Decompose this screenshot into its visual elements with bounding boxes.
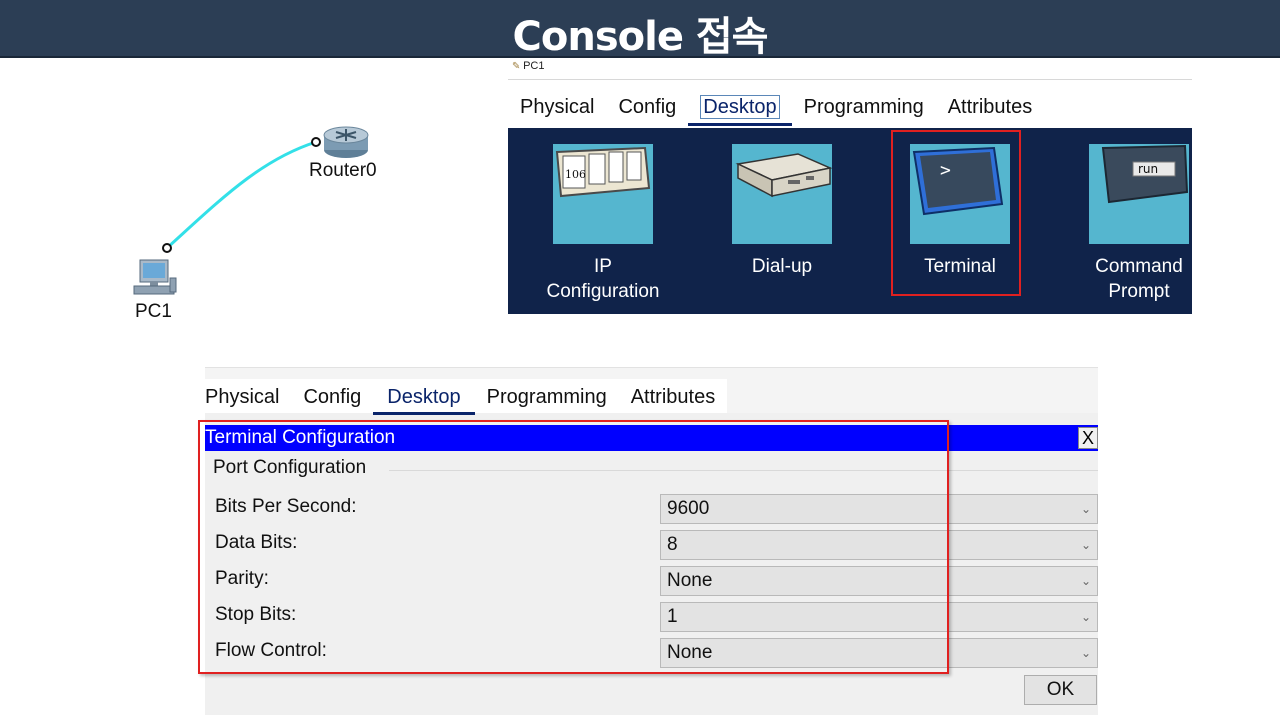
tab-physical[interactable]: Physical	[508, 90, 606, 126]
command-prompt-icon: run	[1089, 144, 1189, 244]
tab-label: Config	[303, 386, 362, 408]
app-ip-configuration[interactable]: 106 IP Configuration	[546, 144, 660, 304]
device-tabs: Physical Config Desktop Programming Attr…	[508, 90, 1045, 126]
chevron-down-icon: ⌄	[1080, 574, 1091, 588]
chevron-down-icon: ⌄	[1080, 538, 1091, 552]
app-label: IP Configuration	[533, 254, 673, 304]
chevron-down-icon: ⌄	[1080, 502, 1091, 516]
console-link[interactable]	[165, 140, 317, 250]
router-icon[interactable]	[323, 126, 369, 158]
ok-button[interactable]: OK	[1024, 675, 1097, 705]
tab-label: Desktop	[387, 386, 461, 408]
pc-label: PC1	[135, 301, 172, 322]
window-title: PC1	[523, 60, 545, 72]
tab-label: Desktop	[700, 95, 780, 119]
topology-svg	[133, 126, 369, 295]
tab-programming[interactable]: Programming	[792, 90, 936, 126]
svg-text:106: 106	[565, 168, 586, 181]
tab-programming[interactable]: Programming	[475, 379, 619, 415]
app-label: Dial-up	[712, 254, 852, 279]
terminal-tabs: Physical Config Desktop Programming Attr…	[205, 379, 728, 415]
app-command-prompt[interactable]: run Command Prompt	[1089, 144, 1189, 304]
tab-label: Physical	[205, 386, 280, 408]
chevron-down-icon: ⌄	[1080, 646, 1091, 660]
tab-config[interactable]: Config	[291, 379, 373, 415]
tab-strip: Physical Config Desktop Programming Attr…	[205, 367, 1098, 415]
tab-label: Programming	[803, 96, 924, 118]
tab-label: Programming	[486, 386, 607, 408]
app-label-line: Dial-up	[751, 256, 813, 277]
slide: Console 접속 Router0 PC1 ✎ PC1 Physical Co…	[0, 0, 1280, 720]
slide-title: Console 접속	[512, 14, 769, 60]
tab-label: Physical	[520, 96, 595, 118]
dial-up-modem-icon	[732, 144, 833, 244]
chevron-down-icon: ⌄	[1080, 610, 1091, 624]
tab-label: Attributes	[630, 386, 716, 408]
pc-port-dot	[162, 243, 172, 253]
app-label-line: IP	[594, 256, 612, 277]
tab-physical[interactable]: Physical	[205, 379, 291, 415]
app-label: Command Prompt	[1069, 254, 1209, 304]
ip-config-icon: 106	[553, 144, 653, 244]
desktop-area: 106 IP Configuration Dial-up > Terminal …	[508, 128, 1192, 314]
app-label-line: Configuration	[546, 281, 660, 302]
tab-attributes[interactable]: Attributes	[936, 90, 1044, 126]
port-config-highlight-box	[198, 420, 949, 674]
window-title-bar: ✎ PC1	[508, 58, 1192, 80]
device-window: ✎ PC1 Physical Config Desktop Programmin…	[508, 58, 1192, 314]
tab-attributes[interactable]: Attributes	[619, 379, 727, 415]
router-label: Router0	[309, 160, 377, 181]
tab-label: Attributes	[947, 96, 1033, 118]
tab-desktop[interactable]: Desktop	[373, 379, 475, 415]
close-button[interactable]: X	[1078, 427, 1098, 449]
router-port-dot	[311, 137, 321, 147]
tab-desktop[interactable]: Desktop	[688, 90, 792, 126]
title-banner: Console 접속	[0, 0, 1280, 60]
terminal-highlight-box	[891, 130, 1021, 296]
tab-config[interactable]: Config	[606, 90, 688, 126]
app-label-line: Prompt	[1108, 281, 1170, 302]
pc-icon[interactable]	[133, 259, 177, 295]
tab-label: Config	[618, 96, 677, 118]
topology-canvas[interactable]: Router0 PC1	[0, 60, 500, 340]
svg-text:run: run	[1138, 162, 1158, 176]
pin-icon: ✎	[512, 61, 521, 72]
app-dial-up[interactable]: Dial-up	[732, 144, 833, 279]
app-label-line: Command	[1095, 256, 1183, 277]
